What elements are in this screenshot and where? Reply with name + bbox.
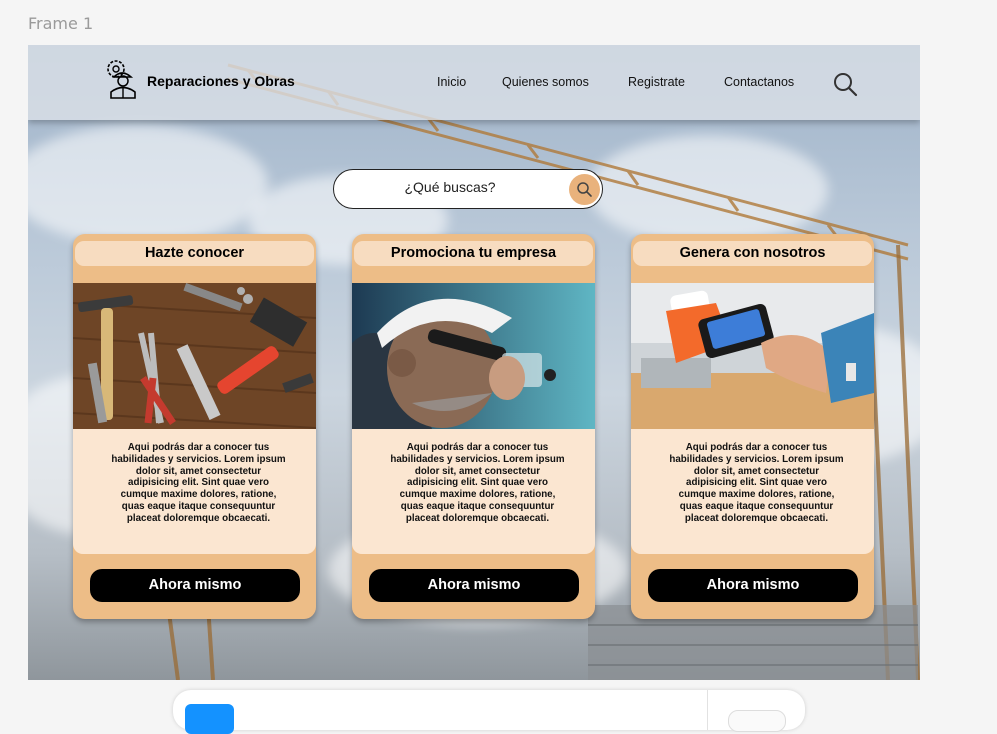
search-button[interactable]: [569, 174, 600, 205]
nav-contactanos[interactable]: Contactanos: [724, 75, 794, 89]
card-hazte-conocer: Hazte conocer Aqui podrás dar a conocer …: [73, 234, 316, 619]
card-title: Hazte conocer: [75, 241, 314, 266]
ahora-mismo-button[interactable]: Ahora mismo: [90, 569, 300, 602]
ahora-mismo-button[interactable]: Ahora mismo: [648, 569, 858, 602]
tools-on-wood-photo: [73, 283, 316, 429]
card-title: Promociona tu empresa: [354, 241, 593, 266]
card-title: Genera con nosotros: [633, 241, 872, 266]
card-body: Aqui podrás dar a conocer tus habilidade…: [631, 429, 874, 554]
card-promociona-tu-empresa: Promociona tu empresa Aqui podrás dar a …: [352, 234, 595, 619]
card-description: Aqui podrás dar a conocer tus habilidade…: [669, 442, 844, 524]
card-body: Aqui podrás dar a conocer tus habilidade…: [352, 429, 595, 554]
ahora-mismo-button[interactable]: Ahora mismo: [369, 569, 579, 602]
top-navbar: Reparaciones y Obras Inicio Quienes somo…: [28, 45, 920, 120]
search-input[interactable]: ¿Qué buscas?: [333, 169, 603, 209]
search-placeholder: ¿Qué buscas?: [404, 179, 496, 195]
nav-registrate[interactable]: Registrate: [628, 75, 685, 89]
card-description: Aqui podrás dar a conocer tus habilidade…: [111, 442, 286, 524]
card-payment-terminal-photo: [631, 283, 874, 429]
bottom-toolbar: [173, 690, 805, 734]
search-icon: [577, 182, 592, 197]
hero-frame: Reparaciones y Obras Inicio Quienes somo…: [28, 45, 920, 680]
toolbar-primary-button[interactable]: [185, 704, 234, 734]
brand-name[interactable]: Reparaciones y Obras: [147, 73, 295, 89]
nav-inicio[interactable]: Inicio: [437, 75, 466, 89]
electrician-helmet-photo: [352, 283, 595, 429]
toolbar-toggle[interactable]: [728, 710, 786, 732]
card-description: Aqui podrás dar a conocer tus habilidade…: [390, 442, 565, 524]
nav-quienes-somos[interactable]: Quienes somos: [502, 75, 589, 89]
frame-label: Frame 1: [28, 14, 94, 33]
card-genera-con-nosotros: Genera con nosotros Aqui podrás dar a co…: [631, 234, 874, 619]
search-icon[interactable]: [832, 71, 858, 97]
card-body: Aqui podrás dar a conocer tus habilidade…: [73, 429, 316, 554]
toolbar-divider: [707, 690, 708, 730]
worker-gear-icon: [107, 60, 136, 99]
